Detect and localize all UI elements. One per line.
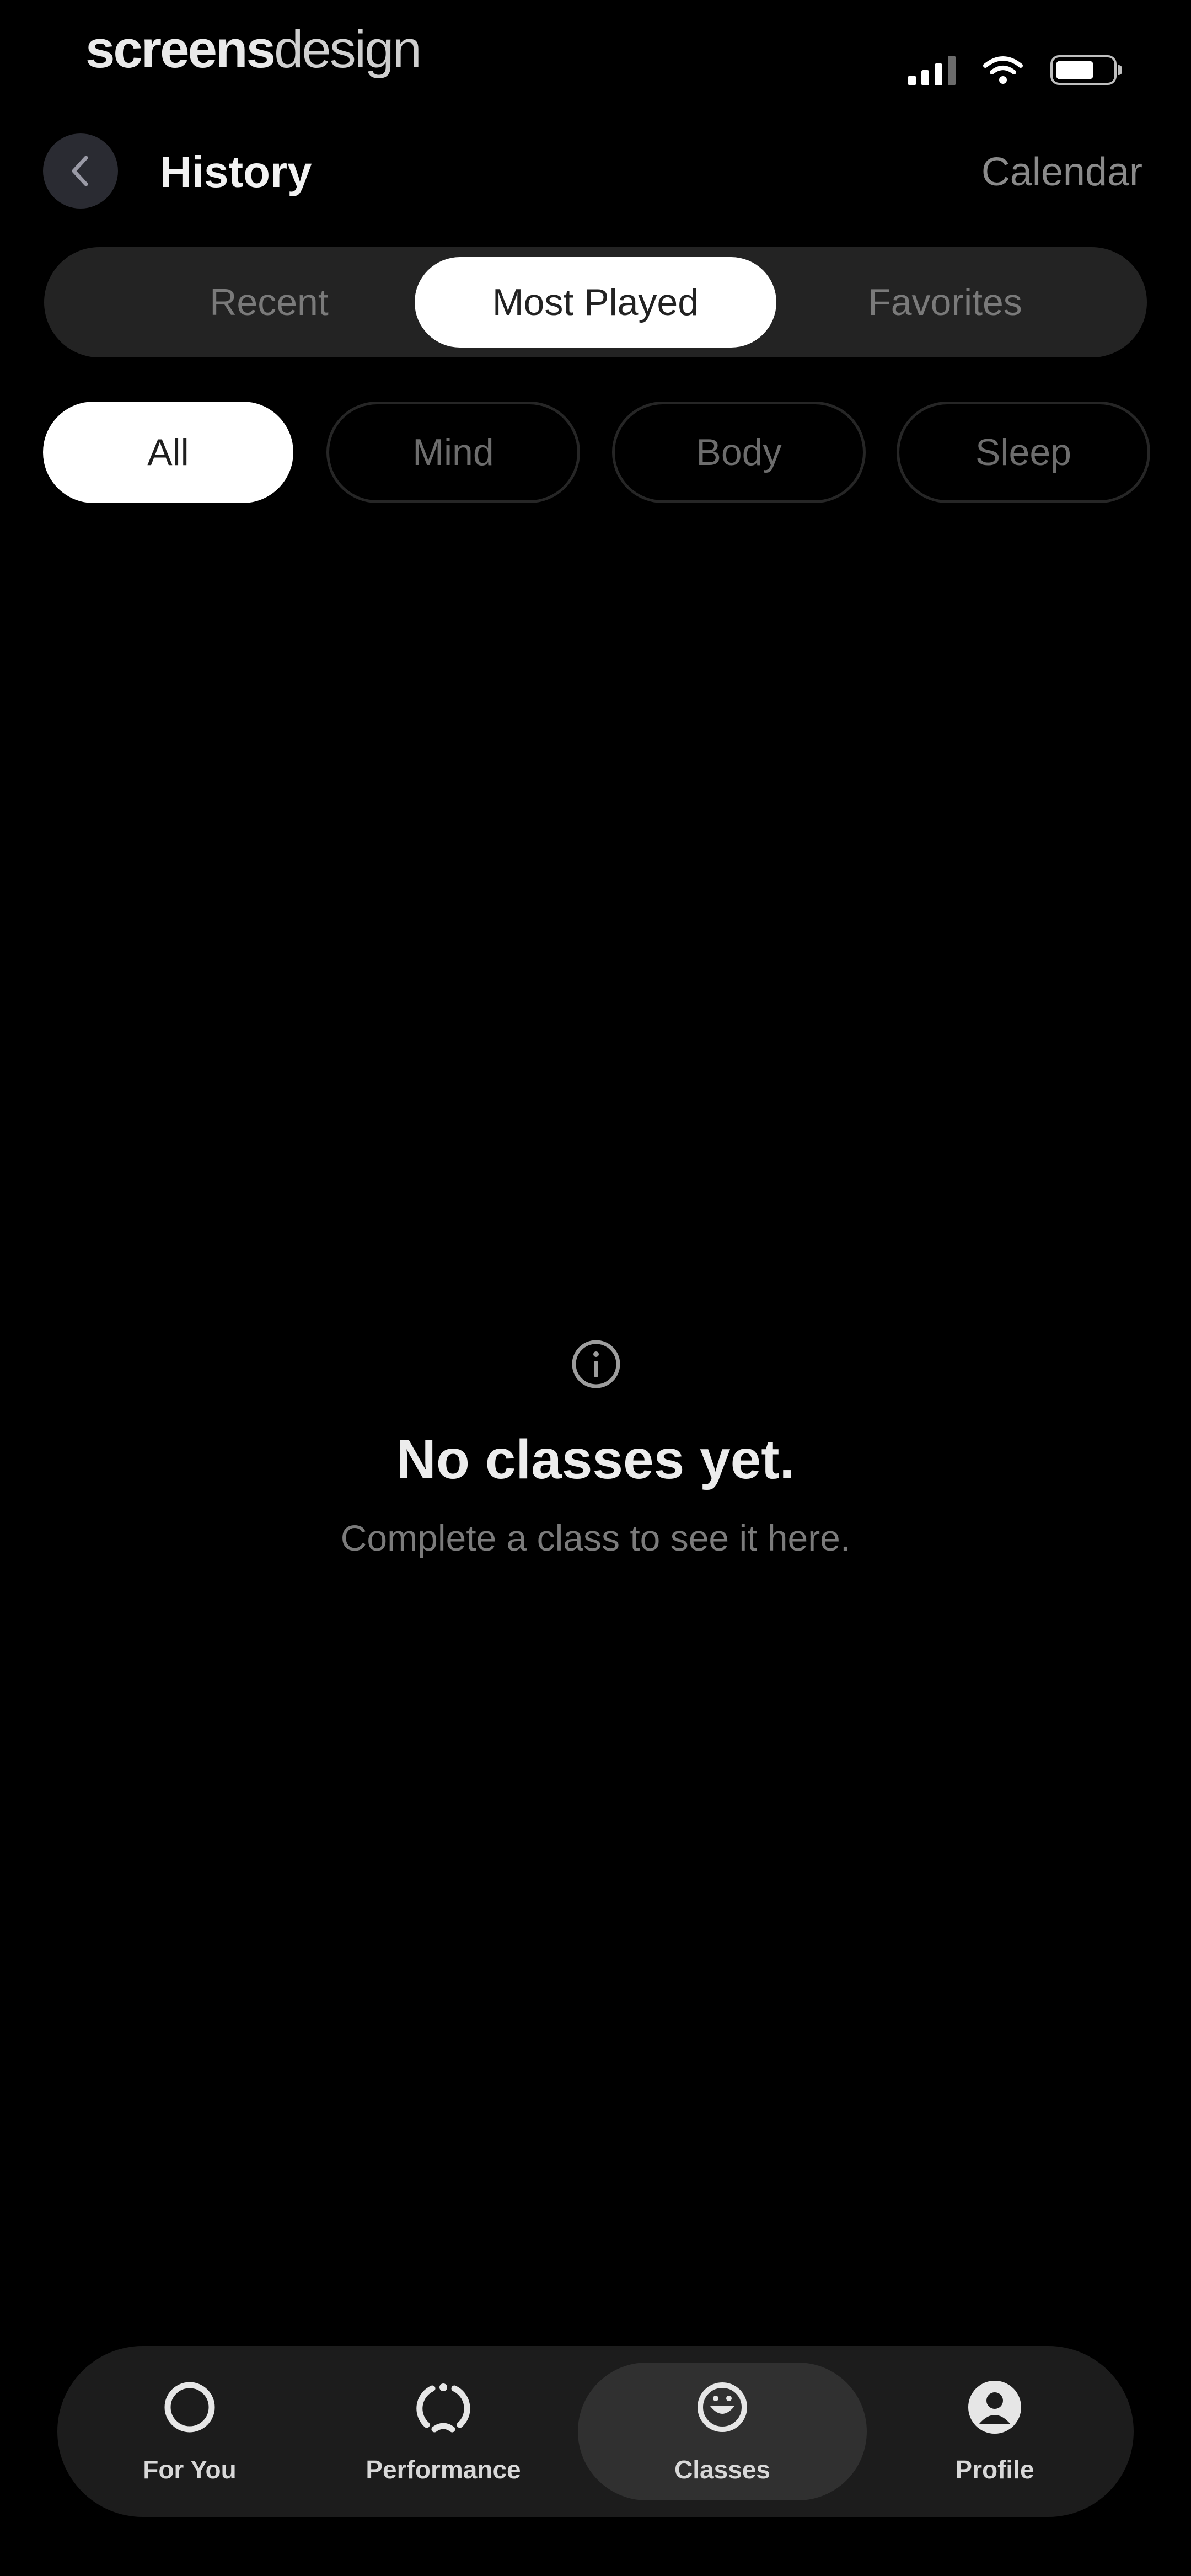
- empty-state-title: No classes yet.: [396, 1429, 795, 1490]
- history-segmented-control: Recent Most Played Favorites: [44, 247, 1147, 357]
- profile-icon: [966, 2379, 1023, 2436]
- classes-icon: [694, 2379, 751, 2436]
- status-icons: [908, 51, 1122, 89]
- tab-recent[interactable]: Recent: [88, 257, 450, 348]
- tab-most-played[interactable]: Most Played: [415, 257, 776, 348]
- nav-performance-label: Performance: [366, 2455, 521, 2484]
- chevron-left-icon: [72, 156, 88, 186]
- filter-sleep[interactable]: Sleep: [897, 402, 1150, 503]
- back-button[interactable]: [43, 133, 118, 209]
- nav-profile-label: Profile: [955, 2455, 1034, 2484]
- brand-watermark: screensdesign: [85, 20, 422, 79]
- info-icon: [570, 1338, 623, 1391]
- performance-icon: [415, 2379, 472, 2436]
- nav-for-you-label: For You: [143, 2455, 237, 2484]
- nav-for-you[interactable]: For You: [79, 2346, 300, 2517]
- ring-icon: [161, 2379, 218, 2436]
- filter-all[interactable]: All: [43, 402, 293, 503]
- bottom-navigation: For You Performance Classes Profile: [57, 2346, 1134, 2517]
- nav-profile[interactable]: Profile: [884, 2346, 1105, 2517]
- nav-classes-label: Classes: [674, 2455, 770, 2484]
- wifi-icon: [983, 55, 1023, 85]
- tab-favorites[interactable]: Favorites: [764, 257, 1126, 348]
- page-title: History: [160, 147, 312, 196]
- nav-classes[interactable]: Classes: [578, 2363, 867, 2500]
- calendar-link[interactable]: Calendar: [981, 152, 1142, 192]
- nav-performance[interactable]: Performance: [316, 2346, 570, 2517]
- brand-bold: screens: [85, 20, 276, 79]
- filter-mind[interactable]: Mind: [326, 402, 580, 503]
- battery-icon: [1050, 55, 1122, 85]
- empty-state-subtitle: Complete a class to see it here.: [340, 1517, 851, 1558]
- brand-light: design: [273, 20, 422, 79]
- signal-icon: [908, 55, 956, 85]
- filter-body[interactable]: Body: [612, 402, 866, 503]
